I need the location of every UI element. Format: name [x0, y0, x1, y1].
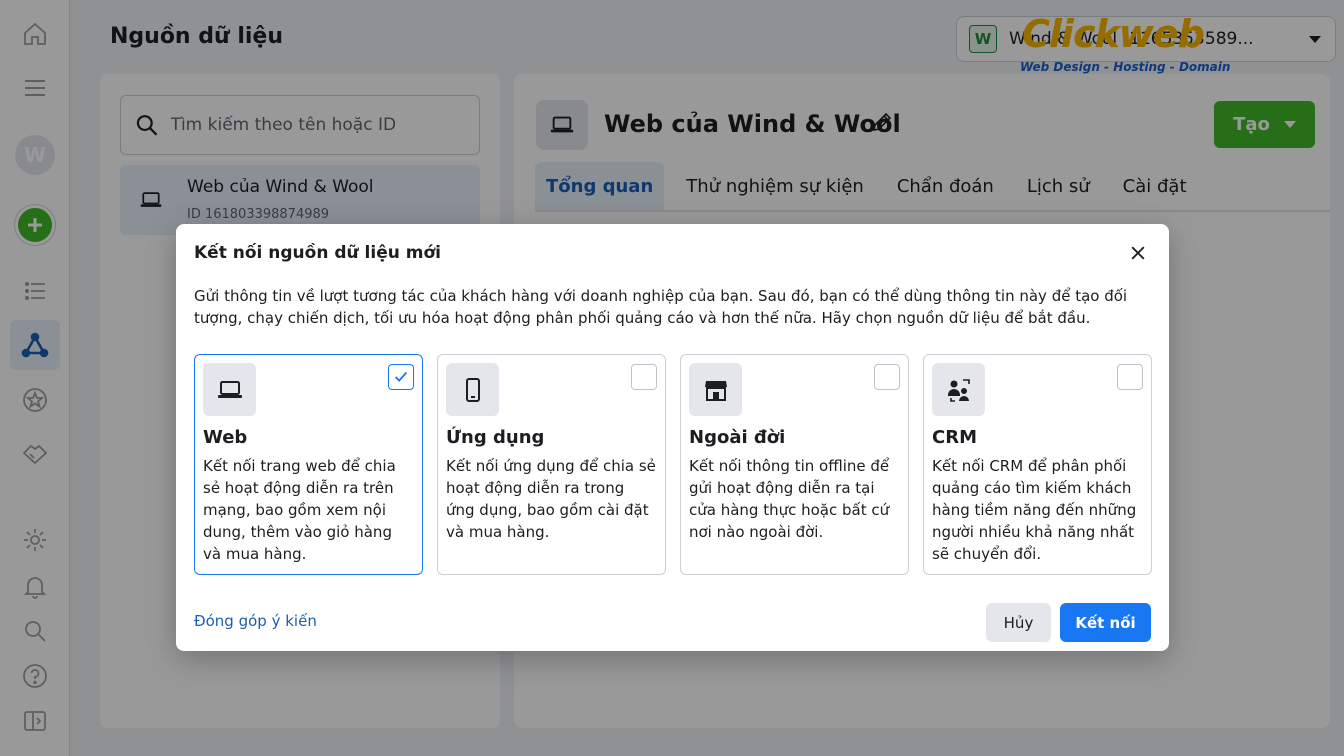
source-option-crm[interactable]: CRM Kết nối CRM để phân phối quảng cáo t… — [923, 354, 1152, 575]
close-icon[interactable] — [1126, 241, 1150, 265]
checkbox[interactable] — [1117, 364, 1143, 390]
option-title: Web — [203, 427, 248, 448]
connect-data-source-dialog: Kết nối nguồn dữ liệu mới Gửi thông tin … — [176, 224, 1169, 651]
option-title: Ngoài đời — [689, 427, 786, 448]
option-description: Kết nối CRM để phân phối quảng cáo tìm k… — [932, 457, 1137, 563]
dialog-title: Kết nối nguồn dữ liệu mới — [194, 243, 441, 263]
option-description: Kết nối trang web để chia sẻ hoạt động d… — [203, 457, 396, 563]
connect-button[interactable]: Kết nối — [1060, 603, 1151, 642]
option-title: CRM — [932, 427, 977, 448]
dialog-description: Gửi thông tin về lượt tương tác của khác… — [194, 287, 1128, 327]
crm-icon — [932, 363, 985, 416]
phone-icon — [446, 363, 499, 416]
checkbox-checked[interactable] — [388, 364, 414, 390]
feedback-link[interactable]: Đóng góp ý kiến — [194, 612, 317, 630]
option-title: Ứng dụng — [446, 427, 545, 448]
source-option-offline[interactable]: Ngoài đời Kết nối thông tin offline để g… — [680, 354, 909, 575]
checkbox[interactable] — [631, 364, 657, 390]
checkbox[interactable] — [874, 364, 900, 390]
source-option-app[interactable]: Ứng dụng Kết nối ứng dụng để chia sẻ hoạ… — [437, 354, 666, 575]
option-description: Kết nối ứng dụng để chia sẻ hoạt động di… — [446, 457, 656, 541]
checkmark-icon — [394, 371, 408, 382]
store-icon — [689, 363, 742, 416]
option-description: Kết nối thông tin offline để gửi hoạt độ… — [689, 457, 890, 541]
source-option-web[interactable]: Web Kết nối trang web để chia sẻ hoạt độ… — [194, 354, 423, 575]
laptop-icon — [203, 363, 256, 416]
cancel-button[interactable]: Hủy — [986, 603, 1051, 642]
